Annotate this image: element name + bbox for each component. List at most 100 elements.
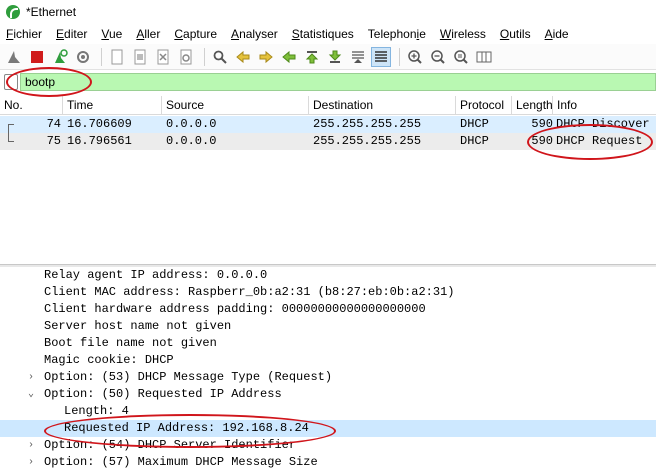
- packet-length: 590: [531, 117, 553, 131]
- menu-analyze[interactable]: Analyser: [231, 27, 278, 41]
- menu-mnemonic: A: [231, 27, 240, 41]
- detail-row[interactable]: Relay agent IP address: 0.0.0.0: [0, 267, 656, 284]
- detail-text: Option: (54) DHCP Server Identifier: [44, 438, 297, 452]
- packet-time: 16.796561: [67, 134, 132, 148]
- menu-label-part: Telephon: [367, 27, 417, 41]
- column-header-time[interactable]: Time: [63, 96, 162, 115]
- packet-no: 74: [46, 117, 61, 131]
- menu-label-part: ue: [108, 27, 123, 41]
- detail-row[interactable]: › Option: (57) Maximum DHCP Message Size: [0, 454, 656, 471]
- zoom-out-icon[interactable]: [428, 47, 448, 67]
- last-packet-icon[interactable]: [325, 47, 345, 67]
- main-toolbar: [0, 44, 656, 70]
- menu-help[interactable]: Aide: [545, 27, 569, 41]
- window-title: *Ethernet: [26, 5, 77, 19]
- packet-destination: 255.255.255.255: [313, 134, 422, 148]
- menu-edit[interactable]: Editer: [56, 27, 87, 41]
- menu-tools[interactable]: Outils: [500, 27, 531, 41]
- menu-capture[interactable]: Capture: [174, 27, 217, 41]
- packet-source: 0.0.0.0: [166, 117, 217, 131]
- column-header-destination[interactable]: Destination: [309, 96, 456, 115]
- find-packet-icon[interactable]: [210, 47, 230, 67]
- column-header-protocol[interactable]: Protocol: [456, 96, 512, 115]
- packet-no-cell: 74: [0, 116, 63, 133]
- detail-row[interactable]: Server host name not given: [0, 318, 656, 335]
- shark-fin-start-icon[interactable]: [4, 47, 24, 67]
- capture-options-gear-icon[interactable]: [73, 47, 93, 67]
- menu-mnemonic: O: [499, 27, 510, 41]
- auto-scroll-icon[interactable]: [348, 47, 368, 67]
- zoom-normal-icon[interactable]: [451, 47, 471, 67]
- menu-mnemonic: S: [291, 27, 300, 41]
- detail-text: Option: (57) Maximum DHCP Message Size: [44, 455, 318, 469]
- close-file-icon[interactable]: [153, 47, 173, 67]
- expand-chevron-icon[interactable]: ›: [28, 437, 34, 454]
- display-filter-input[interactable]: [20, 73, 656, 91]
- go-forward-icon[interactable]: [256, 47, 276, 67]
- open-file-icon[interactable]: [107, 47, 127, 67]
- menu-go[interactable]: Aller: [136, 27, 160, 41]
- column-header-length[interactable]: Length: [512, 96, 553, 115]
- detail-row[interactable]: Client hardware address padding: 0000000…: [0, 301, 656, 318]
- packet-time: 16.706609: [67, 117, 132, 131]
- menu-label-part: diter: [64, 27, 88, 41]
- display-filter-bar: [0, 71, 656, 93]
- menu-file[interactable]: Fichier: [6, 27, 42, 41]
- detail-text: Requested IP Address: 192.168.8.24: [64, 421, 309, 435]
- first-packet-icon[interactable]: [302, 47, 322, 67]
- detail-row[interactable]: ⌄ Option: (50) Requested IP Address: [0, 386, 656, 403]
- packet-row[interactable]: 75 16.796561 0.0.0.0 255.255.255.255 DHC…: [0, 133, 656, 150]
- menu-label-part: tatistiques: [299, 27, 354, 41]
- collapse-chevron-icon[interactable]: ⌄: [28, 386, 34, 403]
- detail-row[interactable]: › Option: (53) DHCP Message Type (Reques…: [0, 369, 656, 386]
- detail-text: Relay agent IP address: 0.0.0.0: [44, 268, 268, 282]
- menu-label-part: apture: [183, 27, 218, 41]
- detail-text: Option: (50) Requested IP Address: [44, 387, 282, 401]
- colorize-list-icon[interactable]: [371, 46, 391, 67]
- column-header-no[interactable]: No.: [0, 96, 63, 115]
- stop-capture-icon[interactable]: [27, 47, 47, 67]
- menu-view[interactable]: Vue: [101, 27, 122, 41]
- packet-no: 75: [46, 134, 61, 148]
- binary-file-icon[interactable]: [130, 47, 150, 67]
- go-back-icon[interactable]: [233, 47, 253, 67]
- column-header-info[interactable]: Info: [553, 96, 656, 115]
- packet-info: DHCP Discover: [556, 117, 650, 131]
- column-header-source[interactable]: Source: [162, 96, 309, 115]
- restart-capture-icon[interactable]: [50, 47, 70, 67]
- expand-chevron-icon[interactable]: ›: [28, 369, 34, 386]
- detail-text: Client MAC address: Raspberr_0b:a2:31 (b…: [44, 285, 455, 299]
- packet-details-tree: Relay agent IP address: 0.0.0.0 Client M…: [0, 267, 656, 476]
- detail-row[interactable]: Boot file name not given: [0, 335, 656, 352]
- menu-label-part: ide: [552, 27, 569, 41]
- packet-info: DHCP Request: [556, 134, 643, 148]
- packet-source: 0.0.0.0: [166, 134, 217, 148]
- go-to-packet-icon[interactable]: [279, 47, 299, 67]
- detail-row-selected[interactable]: Requested IP Address: 192.168.8.24: [0, 420, 656, 437]
- menu-wireless[interactable]: Wireless: [440, 27, 486, 41]
- packet-row[interactable]: 74 16.706609 0.0.0.0 255.255.255.255 DHC…: [0, 116, 656, 133]
- menu-telephony[interactable]: Telephonie: [368, 27, 426, 41]
- detail-row[interactable]: › Option: (54) DHCP Server Identifier: [0, 437, 656, 454]
- menu-label-part: ireless: [451, 27, 486, 41]
- resize-columns-icon[interactable]: [474, 47, 494, 67]
- toolbar-separator: [204, 47, 205, 66]
- packet-protocol: DHCP: [460, 117, 489, 131]
- menu-bar: Fichier Editer Vue Aller Capture Analyser Stat…: [0, 24, 656, 44]
- reload-file-icon[interactable]: [176, 47, 196, 67]
- detail-row[interactable]: Client MAC address: Raspberr_0b:a2:31 (b…: [0, 284, 656, 301]
- menu-label-part: ller: [144, 27, 161, 41]
- detail-row[interactable]: Length: 4: [0, 403, 656, 420]
- zoom-in-icon[interactable]: [405, 47, 425, 67]
- detail-text: Magic cookie: DHCP: [44, 353, 174, 367]
- detail-text: Client hardware address padding: 0000000…: [44, 302, 426, 316]
- expand-chevron-icon[interactable]: ›: [28, 454, 34, 471]
- menu-statistics[interactable]: Statistiques: [292, 27, 354, 41]
- detail-row[interactable]: Magic cookie: DHCP: [0, 352, 656, 369]
- filter-bookmark-icon[interactable]: [4, 74, 18, 90]
- packet-destination: 255.255.255.255: [313, 117, 422, 131]
- wireshark-fin-icon: [6, 5, 20, 19]
- menu-mnemonic: E: [56, 27, 65, 41]
- detail-text: Length: 4: [64, 404, 129, 418]
- packet-list-header: No. Time Source Destination Protocol Len…: [0, 96, 656, 115]
